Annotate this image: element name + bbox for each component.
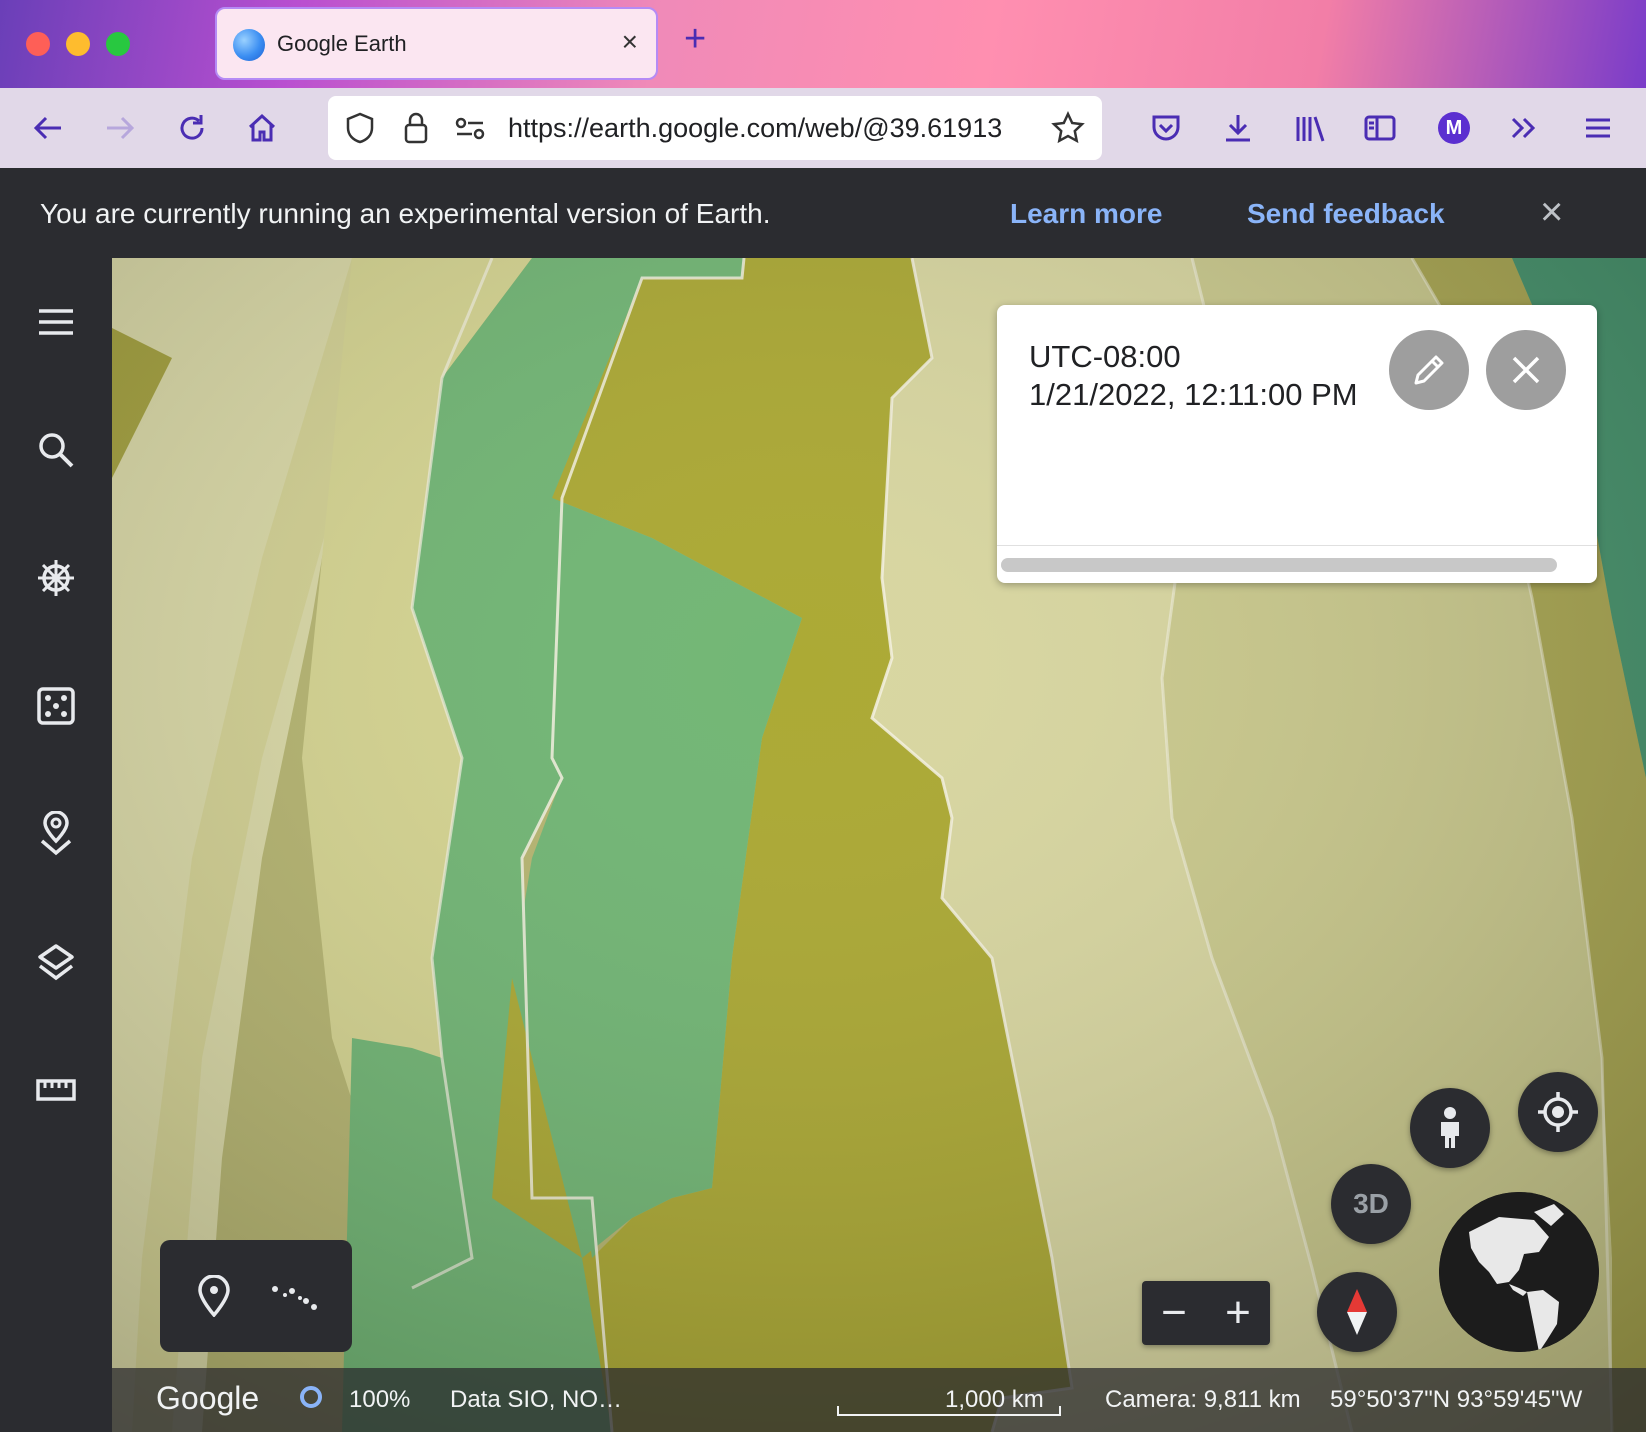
window-minimize-button[interactable] (66, 32, 90, 56)
profile-initial: M (1438, 112, 1470, 144)
google-earth-logo-icon (233, 29, 265, 61)
site-permissions-icon[interactable] (452, 110, 488, 146)
path-icon (272, 1286, 317, 1310)
close-icon (1512, 356, 1540, 384)
draw-path-button[interactable] (264, 1266, 324, 1326)
mini-globe[interactable] (1439, 1192, 1599, 1352)
projects-icon[interactable] (28, 806, 84, 862)
forward-icon[interactable] (102, 110, 138, 146)
status-bar: Google 100% Data SIO, NO… 1,000 km Camer… (112, 1368, 1646, 1432)
overflow-chevron-icon[interactable] (1506, 110, 1542, 146)
lock-icon[interactable] (398, 110, 434, 146)
send-feedback-link[interactable]: Send feedback (1247, 198, 1445, 230)
measure-icon[interactable] (28, 1062, 84, 1118)
browser-tab[interactable]: Google Earth × (215, 7, 658, 80)
zoom-in-button[interactable]: + (1206, 1281, 1270, 1345)
scale-label: 1,000 km (945, 1386, 1044, 1413)
reload-icon[interactable] (174, 110, 210, 146)
drawing-tools (160, 1240, 352, 1352)
time-zone-card: UTC-08:00 1/21/2022, 12:11:00 PM (997, 305, 1597, 583)
new-tab-button[interactable]: + (684, 20, 706, 58)
banner-message: You are currently running an experimenta… (40, 198, 771, 229)
home-icon[interactable] (244, 110, 280, 146)
pocket-icon[interactable] (1148, 110, 1184, 146)
tab-title: Google Earth (277, 31, 407, 56)
library-icon[interactable] (1292, 110, 1328, 146)
sidebar-toggle-icon[interactable] (1362, 110, 1398, 146)
map-style-icon[interactable] (28, 934, 84, 990)
card-datetime: 1/21/2022, 12:11:00 PM (1029, 377, 1358, 412)
card-scrollbar[interactable] (997, 545, 1597, 584)
window-close-button[interactable] (26, 32, 50, 56)
bookmark-star-icon[interactable] (1050, 110, 1086, 146)
loading-ring-icon (300, 1386, 322, 1408)
load-percent: 100% (349, 1386, 411, 1413)
card-scrollbar-thumb[interactable] (1001, 558, 1557, 572)
tab-close-button[interactable]: × (622, 26, 638, 58)
card-timezone: UTC-08:00 (1029, 339, 1181, 374)
window-zoom-button[interactable] (106, 32, 130, 56)
card-close-button[interactable] (1486, 330, 1566, 410)
voyager-icon[interactable] (28, 550, 84, 606)
app-menu-icon[interactable] (1580, 110, 1616, 146)
account-avatar[interactable]: M (1436, 110, 1472, 146)
placemark-icon (198, 1275, 230, 1317)
my-location-button[interactable] (1518, 1072, 1598, 1152)
menu-icon[interactable] (28, 294, 84, 350)
edit-button[interactable] (1389, 330, 1469, 410)
back-icon[interactable] (30, 110, 66, 146)
compass-button[interactable] (1317, 1272, 1397, 1352)
google-logo: Google (156, 1380, 260, 1416)
learn-more-link[interactable]: Learn more (1010, 198, 1163, 230)
downloads-icon[interactable] (1220, 110, 1256, 146)
browser-toolbar: https://earth.google.com/web/@39.61913 M (0, 88, 1646, 169)
zoom-control: − + (1142, 1281, 1270, 1345)
browser-titlebar: Google Earth × + (0, 0, 1646, 88)
url-text[interactable]: https://earth.google.com/web/@39.61913 (508, 113, 1038, 144)
pencil-icon (1414, 355, 1444, 385)
street-view-button[interactable] (1410, 1088, 1490, 1168)
feeling-lucky-icon[interactable] (28, 678, 84, 734)
data-attribution[interactable]: Data SIO, NO… (450, 1386, 622, 1414)
search-icon[interactable] (28, 422, 84, 478)
zoom-out-button[interactable]: − (1142, 1281, 1206, 1345)
earth-sidebar (0, 258, 112, 1432)
pegman-icon (1441, 1107, 1459, 1148)
banner-close-button[interactable]: × (1540, 192, 1563, 232)
toggle-3d-button[interactable]: 3D (1331, 1164, 1411, 1244)
coordinates: 59°50'37"N 93°59'45"W (1330, 1386, 1583, 1413)
my-location-icon (1538, 1092, 1578, 1132)
shield-icon[interactable] (342, 110, 378, 146)
address-bar[interactable]: https://earth.google.com/web/@39.61913 (328, 96, 1102, 160)
compass-icon (1347, 1289, 1367, 1335)
camera-altitude: Camera: 9,811 km (1105, 1386, 1301, 1413)
experimental-banner: You are currently running an experimenta… (0, 168, 1646, 258)
globe-icon (1439, 1192, 1599, 1352)
toggle-3d-label: 3D (1353, 1188, 1389, 1219)
add-placemark-button[interactable] (184, 1266, 244, 1326)
